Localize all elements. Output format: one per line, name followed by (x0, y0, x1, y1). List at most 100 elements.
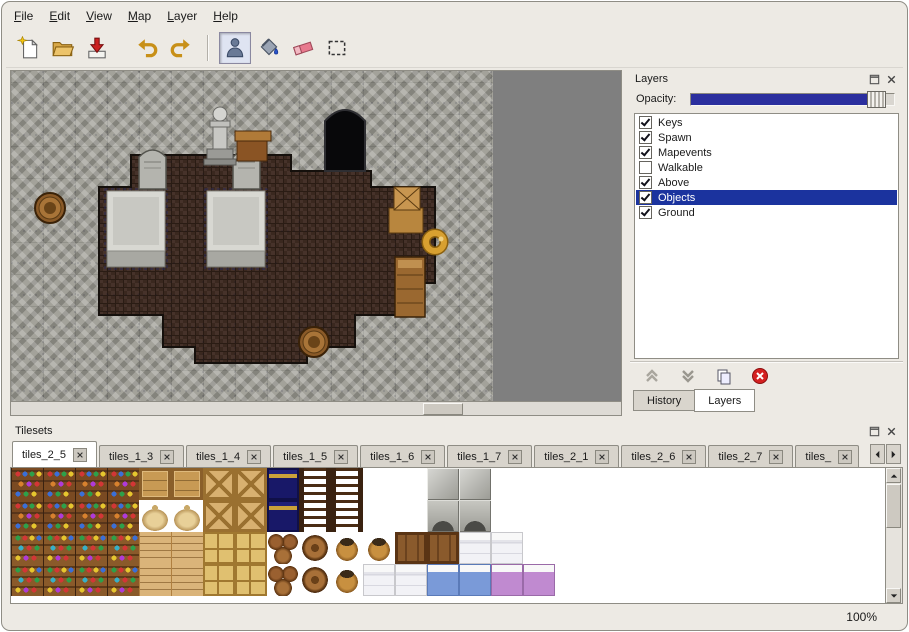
opacity-slider[interactable] (690, 93, 895, 106)
layer-visibility-checkbox[interactable] (639, 206, 652, 219)
tileset-tile-shelfA[interactable] (11, 468, 43, 500)
tileset-tile-bedwhite[interactable] (395, 564, 427, 596)
tileset-tile-shelfB[interactable] (107, 564, 139, 596)
layer-row-objects[interactable]: Objects (636, 190, 897, 205)
tab-close-icon[interactable] (508, 450, 522, 464)
tileset-tile-pot[interactable] (331, 564, 363, 596)
tab-close-icon[interactable] (682, 450, 696, 464)
layer-visibility-checkbox[interactable] (639, 131, 652, 144)
tileset-tab-tiles_1_4[interactable]: tiles_1_4 (186, 445, 271, 467)
tileset-tile-bedwhite[interactable] (491, 532, 523, 564)
tileset-tile-shelfA[interactable] (75, 468, 107, 500)
tileset-tab-tiles_2_5[interactable]: tiles_2_5 (12, 441, 97, 467)
layer-visibility-checkbox[interactable] (639, 146, 652, 159)
tileset-tile-bedwood[interactable] (395, 532, 427, 564)
tileset-tile-barrel[interactable] (299, 564, 331, 596)
tileset-tile-cratex[interactable] (235, 500, 267, 532)
layer-row-above[interactable]: Above (636, 175, 897, 190)
tileset-tile-pot[interactable] (331, 532, 363, 564)
tileset-tile-blank[interactable] (363, 500, 395, 532)
tileset-tab-tiles_2_1[interactable]: tiles_2_1 (534, 445, 619, 467)
tileset-tile-blank[interactable] (395, 468, 427, 500)
undo-button[interactable] (131, 32, 163, 64)
select-tool-button[interactable] (321, 32, 353, 64)
close-panel-icon[interactable] (885, 73, 898, 86)
panel-tab-layers[interactable]: Layers (694, 389, 755, 412)
tileset-tile-blank[interactable] (491, 500, 523, 532)
tab-close-icon[interactable] (838, 450, 852, 464)
tileset-tile-blank[interactable] (523, 468, 555, 500)
layer-visibility-checkbox[interactable] (639, 161, 652, 174)
tileset-tile-blank[interactable] (395, 500, 427, 532)
tileset-tile-plank[interactable] (171, 532, 203, 564)
tileset-vscroll-thumb[interactable] (886, 484, 901, 528)
tileset-tile-barrel[interactable] (299, 532, 331, 564)
tileset-tile-blank[interactable] (523, 500, 555, 532)
tab-close-icon[interactable] (334, 450, 348, 464)
tileset-tile-bedwhite[interactable] (459, 532, 491, 564)
open-file-button[interactable] (47, 32, 79, 64)
tileset-tile-ladder[interactable] (299, 468, 331, 500)
tileset-tile-bedblue[interactable] (459, 564, 491, 596)
menu-edit[interactable]: Edit (41, 6, 78, 26)
stamp-tool-button[interactable] (219, 32, 251, 64)
layer-row-keys[interactable]: Keys (636, 115, 897, 130)
tileset-tile-shelfA[interactable] (43, 468, 75, 500)
tileset-tile-ladder[interactable] (331, 500, 363, 532)
tileset-tile-bedpurple[interactable] (491, 564, 523, 596)
menu-file[interactable]: File (6, 6, 41, 26)
tab-close-icon[interactable] (421, 450, 435, 464)
tileset-tile-barrels[interactable] (267, 564, 299, 596)
save-file-button[interactable] (81, 32, 113, 64)
tab-close-icon[interactable] (595, 450, 609, 464)
scroll-down-button[interactable] (886, 588, 901, 603)
new-file-button[interactable] (13, 32, 45, 64)
duplicate-layer-button[interactable] (714, 366, 734, 386)
tileset-tab-tiles_1_5[interactable]: tiles_1_5 (273, 445, 358, 467)
layer-row-spawn[interactable]: Spawn (636, 130, 897, 145)
opacity-slider-handle[interactable] (867, 91, 886, 108)
tileset-tile-crategrp[interactable] (235, 564, 267, 596)
tileset-tile-bedblue[interactable] (427, 564, 459, 596)
map-hscrollbar[interactable] (11, 401, 621, 415)
tileset-tile-plank[interactable] (139, 532, 171, 564)
delete-layer-button[interactable] (750, 366, 770, 386)
tileset-tile-crategrp[interactable] (235, 532, 267, 564)
eraser-tool-button[interactable] (287, 32, 319, 64)
layer-visibility-checkbox[interactable] (639, 191, 652, 204)
tileset-tile-crategrp[interactable] (203, 564, 235, 596)
tileset-tile-bedwood[interactable] (427, 532, 459, 564)
tileset-tile-blank[interactable] (363, 468, 395, 500)
tileset-tile-sack[interactable] (171, 500, 203, 532)
tabs-scroll-left-button[interactable] (870, 444, 885, 464)
map-canvas[interactable] (11, 71, 493, 403)
tileset-tile-shelfA[interactable] (107, 500, 139, 532)
tileset-tile-bedpurple[interactable] (523, 564, 555, 596)
menu-view[interactable]: View (78, 6, 120, 26)
close-panel-icon[interactable] (885, 425, 898, 438)
tileset-tile-pot[interactable] (363, 532, 395, 564)
tileset-tile-shelfB[interactable] (43, 564, 75, 596)
tileset-tab-tiles_2_6[interactable]: tiles_2_6 (621, 445, 706, 467)
tileset-tile-shelfA[interactable] (107, 468, 139, 500)
tileset-tile-shelfA[interactable] (75, 500, 107, 532)
tileset-tab-tiles[interactable]: tiles_ (795, 445, 859, 467)
tileset-tile-ladder[interactable] (331, 468, 363, 500)
scroll-up-button[interactable] (886, 468, 901, 483)
map-hscroll-thumb[interactable] (423, 403, 463, 415)
tileset-tile-bedwhite[interactable] (363, 564, 395, 596)
tileset-vscrollbar[interactable] (885, 468, 902, 603)
tileset-canvas[interactable] (10, 467, 903, 604)
tileset-tile-shelfB[interactable] (11, 532, 43, 564)
redo-button[interactable] (165, 32, 197, 64)
tileset-tile-plank[interactable] (171, 564, 203, 596)
tileset-tile-cratex[interactable] (235, 468, 267, 500)
tab-close-icon[interactable] (247, 450, 261, 464)
menu-layer[interactable]: Layer (159, 6, 205, 26)
tileset-tab-tiles_1_6[interactable]: tiles_1_6 (360, 445, 445, 467)
tileset-tile-stonearch[interactable] (427, 500, 459, 532)
tileset-tile-shelfB[interactable] (43, 532, 75, 564)
tileset-tile-crate[interactable] (171, 468, 203, 500)
tileset-tile-shelfA[interactable] (11, 500, 43, 532)
move-layer-up-button[interactable] (642, 366, 662, 386)
